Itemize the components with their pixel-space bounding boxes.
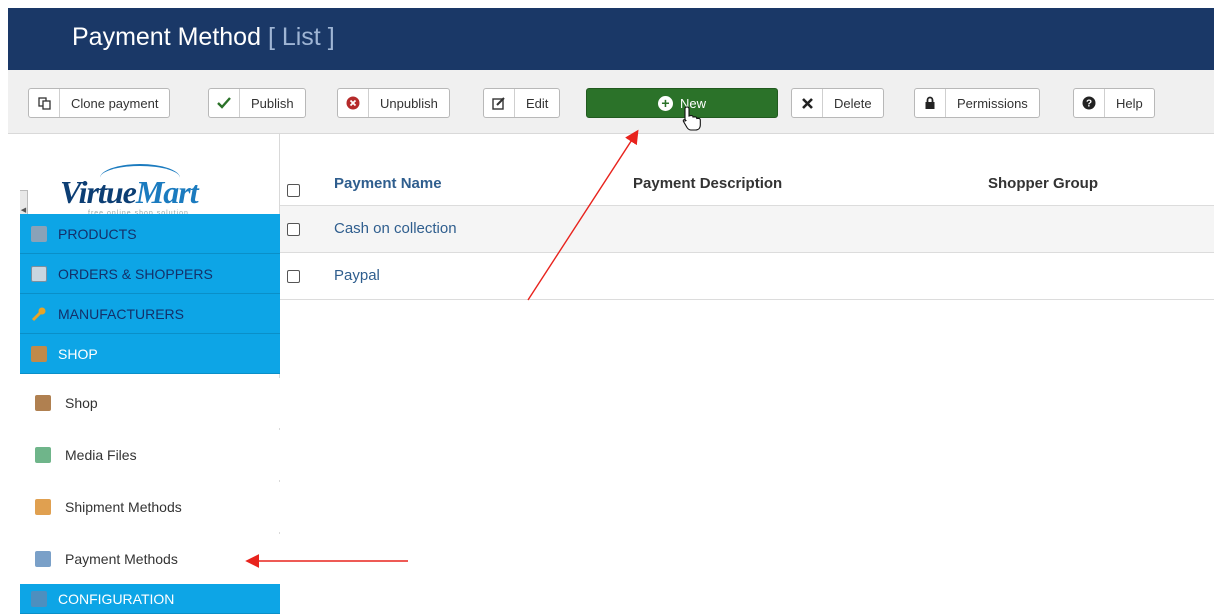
copy-icon xyxy=(29,89,60,117)
page-title: Payment Method [ List ] xyxy=(72,22,335,52)
help-button[interactable]: ? Help xyxy=(1073,88,1155,118)
column-header-payment-description: Payment Description xyxy=(633,175,783,192)
edit-icon xyxy=(484,89,515,117)
shop-icon xyxy=(20,345,58,362)
logo-brand-a: Virtue xyxy=(60,174,137,210)
sidebar-item-label: ORDERS & SHOPPERS xyxy=(58,265,213,282)
sidebar-item-shop[interactable]: SHOP xyxy=(20,334,280,374)
new-label: New xyxy=(679,95,706,111)
table-row: Paypal xyxy=(280,253,1214,300)
table-header-row: Payment Name Payment Description Shopper… xyxy=(280,154,1214,206)
edit-label: Edit xyxy=(526,95,549,111)
clone-payment-button[interactable]: Clone payment xyxy=(28,88,171,118)
sidebar: VirtueMart free online shop solution ◀ P… xyxy=(20,134,280,614)
times-icon xyxy=(792,89,823,117)
clone-payment-label: Clone payment xyxy=(71,95,159,111)
row-checkbox[interactable] xyxy=(287,223,300,236)
new-button-content: + New xyxy=(657,89,706,117)
logo-brand-b: Mart xyxy=(135,174,199,210)
payment-icon xyxy=(20,551,65,567)
page-title-mode: [ List ] xyxy=(267,23,335,51)
column-header-shopper-group: Shopper Group xyxy=(988,175,1098,192)
sidebar-item-manufacturers[interactable]: MANUFACTURERS xyxy=(20,294,280,334)
sidebar-subitem-shipment-methods[interactable]: Shipment Methods xyxy=(20,482,280,532)
wrench-icon xyxy=(20,306,58,322)
check-icon xyxy=(209,89,240,117)
page-title-text: Payment Method xyxy=(72,23,261,51)
cancel-circle-icon xyxy=(338,89,369,117)
media-files-icon xyxy=(20,447,65,463)
row-checkbox[interactable] xyxy=(287,270,300,283)
logo-wordmark: VirtueMart xyxy=(60,174,199,211)
new-button[interactable]: + New xyxy=(586,88,778,118)
delete-label: Delete xyxy=(834,95,872,111)
select-all-checkbox[interactable] xyxy=(287,184,300,197)
sidebar-item-products[interactable]: PRODUCTS xyxy=(20,214,280,254)
sidebar-item-configuration[interactable]: CONFIGURATION xyxy=(20,584,280,614)
sidebar-item-label: MANUFACTURERS xyxy=(58,305,185,322)
sidebar-subitem-label: Payment Methods xyxy=(65,551,178,567)
publish-button[interactable]: Publish xyxy=(208,88,306,118)
toolbar: Clone payment Publish Unpublish Edit + N… xyxy=(8,70,1214,134)
sidebar-subitem-label: Shipment Methods xyxy=(65,499,182,515)
edit-button[interactable]: Edit xyxy=(483,88,561,118)
virtuemart-logo: VirtueMart free online shop solution xyxy=(60,160,220,217)
permissions-button[interactable]: Permissions xyxy=(914,88,1040,118)
sidebar-item-label: PRODUCTS xyxy=(58,225,137,242)
lock-icon xyxy=(915,89,946,117)
unpublish-label: Unpublish xyxy=(380,95,438,111)
truck-icon xyxy=(20,499,65,515)
sidebar-subitem-shop[interactable]: Shop xyxy=(20,378,280,428)
sidebar-subitem-label: Shop xyxy=(65,395,98,411)
column-header-payment-name[interactable]: Payment Name xyxy=(334,175,442,192)
sidebar-subitem-media-files[interactable]: Media Files xyxy=(20,430,280,480)
products-icon xyxy=(20,225,58,242)
sidebar-subitem-label: Media Files xyxy=(65,447,137,463)
unpublish-button[interactable]: Unpublish xyxy=(337,88,450,118)
sidebar-subitem-payment-methods[interactable]: Payment Methods xyxy=(20,534,280,584)
question-circle-icon: ? xyxy=(1074,89,1105,117)
publish-label: Publish xyxy=(251,95,294,111)
plus-circle-icon: + xyxy=(657,95,673,111)
help-label: Help xyxy=(1116,95,1143,111)
permissions-label: Permissions xyxy=(957,95,1028,111)
svg-text:?: ? xyxy=(1086,99,1092,110)
payment-name-link[interactable]: Paypal xyxy=(334,267,380,284)
payment-name-link[interactable]: Cash on collection xyxy=(334,220,457,237)
orders-icon xyxy=(20,265,58,282)
shop-sub-icon xyxy=(20,395,65,411)
page-header: Payment Method [ List ] xyxy=(8,8,1214,70)
sidebar-item-label: CONFIGURATION xyxy=(58,590,175,607)
sidebar-item-orders-shoppers[interactable]: ORDERS & SHOPPERS xyxy=(20,254,280,294)
sidebar-item-label: SHOP xyxy=(58,345,98,362)
table-row: Cash on collection xyxy=(280,206,1214,253)
configuration-icon xyxy=(20,590,58,607)
delete-button[interactable]: Delete xyxy=(791,88,884,118)
